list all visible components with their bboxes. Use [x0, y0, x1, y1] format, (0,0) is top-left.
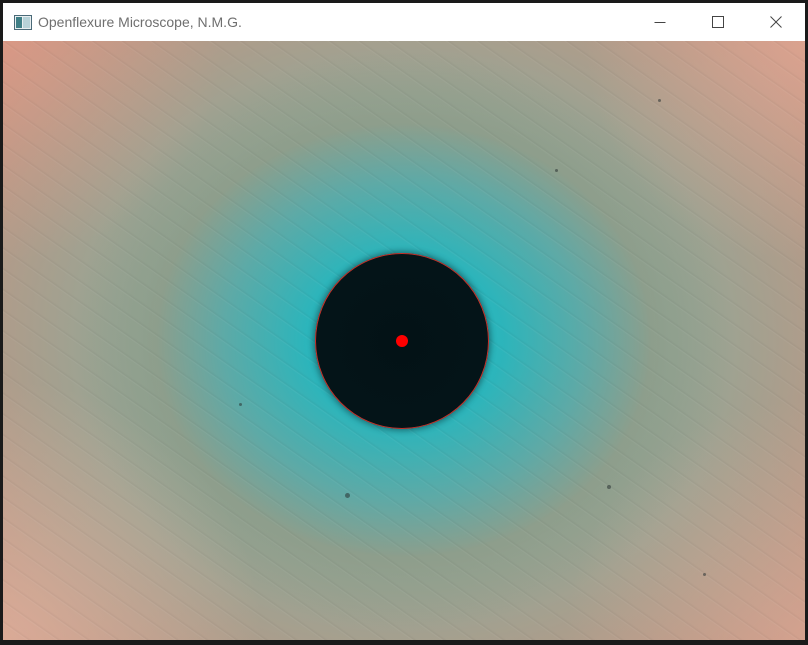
debris-spot — [555, 169, 558, 172]
maximize-button[interactable] — [689, 3, 747, 41]
microscope-camera-feed[interactable] — [3, 41, 805, 640]
maximize-icon — [712, 16, 724, 28]
debris-spot — [345, 493, 350, 498]
window-title: Openflexure Microscope, N.M.G. — [38, 14, 242, 30]
image-window-icon — [14, 14, 32, 30]
close-button[interactable] — [747, 3, 805, 41]
close-icon — [770, 16, 782, 28]
debris-spot — [703, 573, 706, 576]
app-window: Openflexure Microscope, N.M.G. — [0, 0, 808, 645]
debris-spot — [239, 403, 242, 406]
window-controls — [631, 3, 805, 41]
center-point-marker — [396, 335, 408, 347]
debris-spot — [607, 485, 611, 489]
debris-spot — [658, 99, 661, 102]
title-bar[interactable]: Openflexure Microscope, N.M.G. — [3, 3, 805, 41]
minimize-button[interactable] — [631, 3, 689, 41]
minimize-icon — [654, 16, 666, 28]
